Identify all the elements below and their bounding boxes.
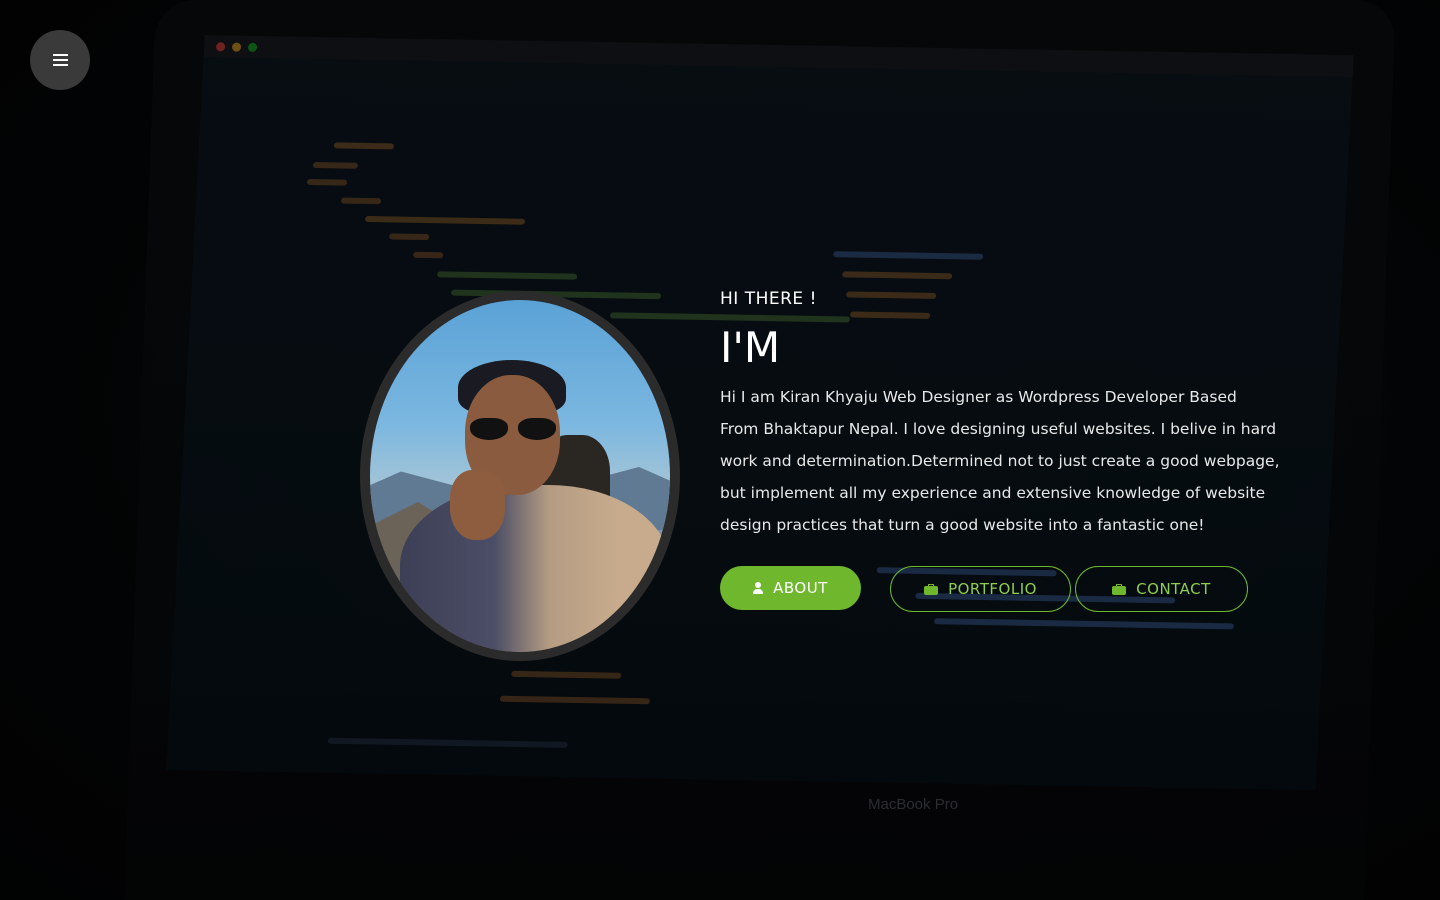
briefcase-icon <box>924 583 939 595</box>
hero-bio: Hi I am Kiran Khyaju Web Designer as Wor… <box>720 388 1280 534</box>
menu-button[interactable] <box>30 30 90 90</box>
user-icon <box>753 582 764 594</box>
contact-button[interactable]: CONTACT <box>1075 566 1248 612</box>
hero-greeting: HI THERE ! <box>720 289 817 309</box>
hero-text: HI THERE ! I'M Hi I am Kiran Khyaju Web … <box>720 287 1280 541</box>
about-button-label: ABOUT <box>773 579 828 597</box>
portfolio-button[interactable]: PORTFOLIO <box>890 566 1071 612</box>
portfolio-button-label: PORTFOLIO <box>948 580 1037 598</box>
profile-photo-frame <box>360 291 680 661</box>
about-button[interactable]: ABOUT <box>720 566 861 610</box>
hamburger-menu-icon <box>52 54 68 66</box>
hero-headline: I'M <box>720 323 781 372</box>
briefcase-icon <box>1112 583 1127 595</box>
profile-photo <box>370 300 670 652</box>
contact-button-label: CONTACT <box>1136 580 1211 598</box>
hero-section: MacBook Pro HI THERE ! I'M Hi I am Kiran… <box>0 0 1440 900</box>
background-brand-text: MacBook Pro <box>868 796 959 813</box>
